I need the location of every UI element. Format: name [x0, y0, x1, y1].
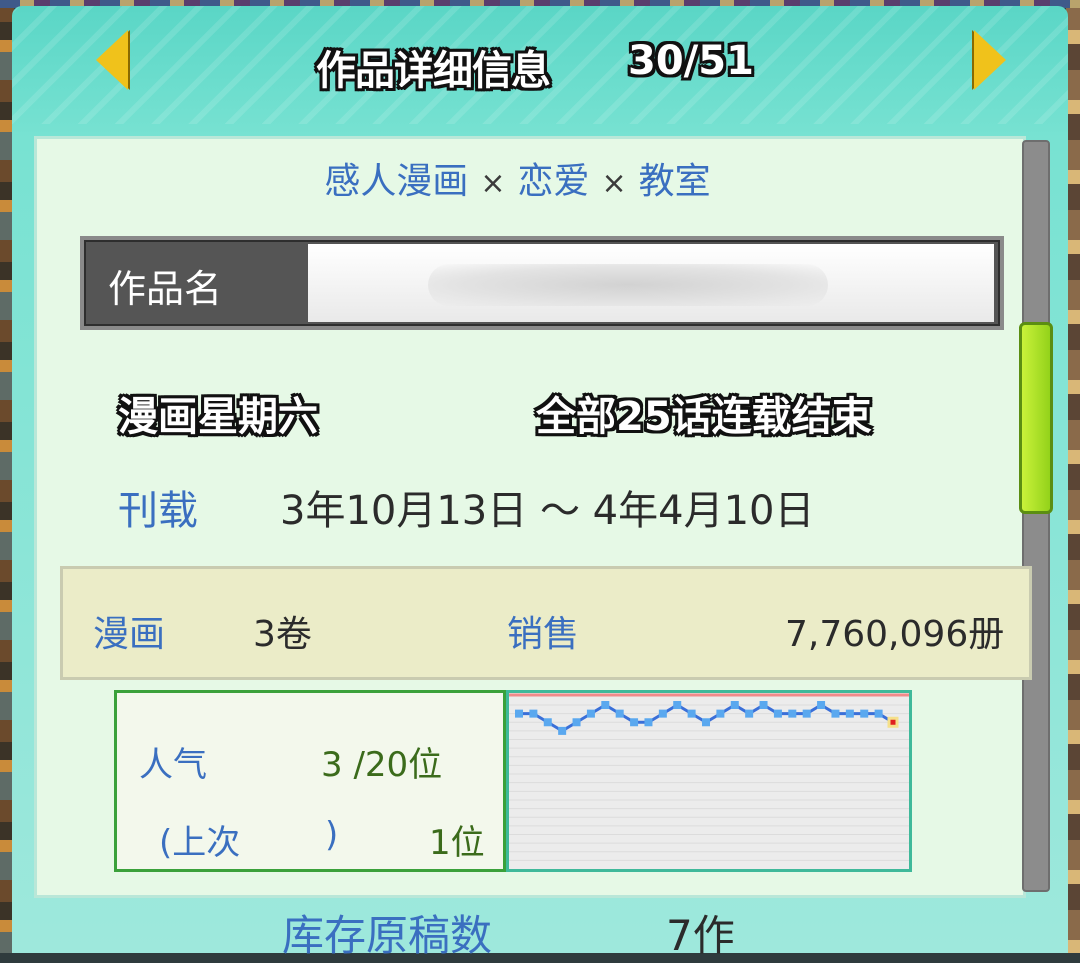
rank-point	[730, 701, 739, 709]
rank-point	[673, 701, 682, 709]
rank-point	[745, 709, 754, 718]
popularity-rank: 3 /20位	[321, 745, 443, 785]
genre-3: 教室	[638, 161, 711, 202]
serial-status: 全部25话连载结束	[536, 394, 872, 440]
rank-point	[860, 709, 869, 718]
work-name-label: 作品名	[108, 267, 223, 311]
popularity-series-line	[519, 703, 894, 733]
rank-point	[845, 709, 854, 718]
stock-label: 库存原稿数	[282, 911, 493, 960]
background-right	[1066, 0, 1080, 953]
rank-point	[788, 709, 797, 718]
latest-rank-point	[887, 716, 899, 728]
page-counter: 30/51	[628, 38, 754, 84]
rank-point	[572, 718, 581, 727]
rank-point	[687, 709, 696, 718]
comic-volumes: 3卷	[253, 614, 312, 655]
previous-close: )	[325, 815, 339, 855]
comic-label: 漫画	[93, 614, 166, 655]
previous-label: (上次	[159, 823, 241, 863]
arrow-left-icon[interactable]	[96, 30, 128, 90]
rank-point	[658, 709, 667, 718]
sales-value: 7,760,096册	[785, 614, 1005, 655]
popularity-chart	[509, 693, 909, 861]
genre-separator: ×	[480, 166, 506, 201]
rank-point	[630, 718, 639, 727]
rank-point	[644, 718, 653, 727]
genre-separator: ×	[601, 166, 627, 201]
rank-point	[601, 701, 610, 709]
rank-point	[831, 709, 840, 718]
publication-period: 3年10月13日 ～ 4年4月10日	[280, 488, 815, 534]
rank-point	[515, 709, 523, 718]
serial-day: 漫画星期六	[118, 394, 318, 440]
rank-point	[874, 709, 883, 718]
publication-label: 刊载	[118, 488, 198, 534]
stock-value: 7作	[666, 911, 735, 960]
rank-point	[529, 709, 538, 718]
rank-point	[615, 709, 624, 718]
work-name-box: 作品名	[80, 236, 1004, 330]
previous-rank: 1位	[429, 823, 485, 863]
window-title: 作品详细信息	[316, 48, 551, 94]
rank-point	[817, 701, 826, 709]
genre-1: 感人漫画	[324, 161, 469, 202]
genre-2: 恋爱	[517, 161, 590, 202]
sales-bar: 漫画 3卷 销售 7,760,096册	[60, 566, 1032, 680]
scrollbar-thumb[interactable]	[1019, 322, 1053, 514]
rank-point	[716, 709, 725, 718]
sales-label: 销售	[507, 614, 580, 655]
rank-point	[702, 718, 710, 727]
genre-line: 感人漫画 × 恋爱 × 教室	[0, 152, 1035, 204]
scrollbar-track[interactable]	[1022, 140, 1050, 892]
popularity-box: 人气 3 /20位 (上次 ) 1位	[114, 690, 506, 872]
rank-point	[759, 701, 768, 709]
work-name-field	[308, 244, 994, 322]
redacted-title	[428, 264, 828, 306]
rank-point	[586, 709, 595, 718]
popularity-label: 人气	[139, 745, 207, 785]
popularity-graph	[506, 690, 912, 872]
rank-point	[558, 726, 567, 735]
rank-point	[543, 718, 552, 727]
arrow-right-icon[interactable]	[974, 30, 1006, 90]
rank-point	[773, 709, 782, 718]
rank-point	[802, 709, 811, 718]
